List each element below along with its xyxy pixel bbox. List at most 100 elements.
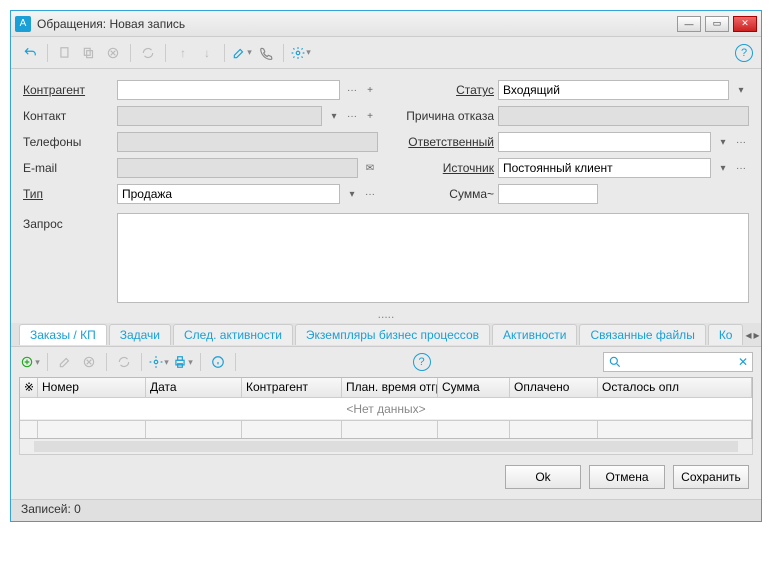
titlebar: A Обращения: Новая запись — ▭ ✕ (11, 11, 761, 37)
status-label: Статус (394, 83, 494, 97)
save-button[interactable]: Сохранить (673, 465, 749, 489)
copy-icon[interactable] (78, 42, 100, 64)
help-icon[interactable]: ? (735, 44, 753, 62)
print-icon[interactable] (172, 351, 194, 373)
phone-icon[interactable] (255, 42, 277, 64)
back-icon[interactable] (19, 42, 41, 64)
info-icon[interactable] (207, 351, 229, 373)
reject-reason-input[interactable] (498, 106, 749, 126)
sum-input[interactable] (498, 184, 598, 204)
tab-bp-instances[interactable]: Экземпляры бизнес процессов (295, 324, 490, 345)
tab-next-icon[interactable]: ▸ (754, 328, 760, 342)
type-label: Тип (23, 187, 113, 201)
email-label: E-mail (23, 161, 113, 175)
chevron-down-icon[interactable]: ▾ (715, 158, 731, 178)
col-sum[interactable]: Сумма (438, 378, 510, 397)
ok-button[interactable]: Ok (505, 465, 581, 489)
request-area: Запрос (11, 209, 761, 303)
phones-input[interactable] (117, 132, 378, 152)
close-button[interactable]: ✕ (733, 16, 757, 32)
data-grid: ※ Номер Дата Контрагент План. время отгр… (19, 377, 753, 439)
contractor-label: Контрагент (23, 83, 113, 97)
responsible-label: Ответственный (394, 135, 494, 149)
add-icon[interactable] (19, 351, 41, 373)
type-value: Продажа (122, 187, 172, 201)
gear-icon[interactable] (290, 42, 312, 64)
source-input[interactable]: Постоянный клиент (498, 158, 711, 178)
separator-dots: ..... (11, 307, 761, 321)
sum-label: Сумма~ (394, 187, 494, 201)
contact-label: Контакт (23, 109, 113, 123)
tabs: Заказы / КП Задачи След. активности Экзе… (11, 323, 761, 347)
form-area: Контрагент ···+ Контакт ▾···+ Телефоны E… (11, 69, 761, 209)
more-icon[interactable]: ··· (344, 106, 360, 126)
delete-row-icon[interactable] (78, 351, 100, 373)
up-icon[interactable]: ↑ (172, 42, 194, 64)
col-contractor[interactable]: Контрагент (242, 378, 342, 397)
tab-activities[interactable]: Активности (492, 324, 577, 345)
chevron-down-icon[interactable]: ▾ (344, 184, 360, 204)
col-plan-ship[interactable]: План. время отгр (342, 378, 438, 397)
main-window: A Обращения: Новая запись — ▭ ✕ ↑ ↓ ? Ко… (10, 10, 762, 522)
status-input[interactable]: Входящий (498, 80, 729, 100)
tab-orders[interactable]: Заказы / КП (19, 324, 107, 345)
window-title: Обращения: Новая запись (37, 17, 677, 31)
more-icon[interactable]: ··· (733, 132, 749, 152)
mail-icon[interactable]: ✉ (362, 158, 378, 178)
grid-empty-text: <Нет данных> (20, 398, 752, 420)
horizontal-scrollbar[interactable] (19, 439, 753, 455)
new-icon[interactable] (54, 42, 76, 64)
pencil-icon[interactable] (54, 351, 76, 373)
down-icon[interactable]: ↓ (196, 42, 218, 64)
grid-selector-col[interactable]: ※ (20, 378, 38, 397)
email-input[interactable] (117, 158, 358, 178)
request-textarea[interactable] (117, 213, 749, 303)
contact-input[interactable] (117, 106, 322, 126)
help-grid-icon[interactable]: ? (413, 353, 431, 371)
more-icon[interactable]: ··· (344, 80, 360, 100)
grid-toolbar: ? ✕ (11, 347, 761, 377)
edit-icon[interactable] (231, 42, 253, 64)
more-icon[interactable]: ··· (733, 158, 749, 178)
refresh-grid-icon[interactable] (113, 351, 135, 373)
status-value: Входящий (503, 83, 560, 97)
request-label: Запрос (23, 213, 113, 303)
reject-reason-label: Причина отказа (394, 109, 494, 123)
plus-icon[interactable]: + (362, 106, 378, 126)
maximize-button[interactable]: ▭ (705, 16, 729, 32)
grid-search[interactable]: ✕ (603, 352, 753, 372)
responsible-input[interactable] (498, 132, 711, 152)
chevron-down-icon[interactable]: ▾ (326, 106, 342, 126)
grid-footer (20, 420, 752, 438)
tab-prev-icon[interactable]: ◂ (745, 328, 751, 342)
status-bar: Записей: 0 (11, 499, 761, 521)
tab-next-activities[interactable]: След. активности (173, 324, 293, 345)
chevron-down-icon[interactable]: ▾ (733, 80, 749, 100)
chevron-down-icon[interactable]: ▾ (715, 132, 731, 152)
phones-label: Телефоны (23, 135, 113, 149)
col-remaining[interactable]: Осталось опл (598, 378, 752, 397)
plus-icon[interactable]: + (362, 80, 378, 100)
gear-grid-icon[interactable] (148, 351, 170, 373)
search-icon (608, 355, 622, 369)
cancel-button[interactable]: Отмена (589, 465, 665, 489)
tab-tasks[interactable]: Задачи (109, 324, 171, 345)
clear-search-icon[interactable]: ✕ (738, 355, 748, 369)
minimize-button[interactable]: — (677, 16, 701, 32)
col-paid[interactable]: Оплачено (510, 378, 598, 397)
source-label: Источник (394, 161, 494, 175)
delete-icon[interactable] (102, 42, 124, 64)
button-bar: Ok Отмена Сохранить (11, 455, 761, 499)
app-icon: A (15, 16, 31, 32)
col-number[interactable]: Номер (38, 378, 146, 397)
grid-header: ※ Номер Дата Контрагент План. время отгр… (20, 378, 752, 398)
main-toolbar: ↑ ↓ ? (11, 37, 761, 69)
col-date[interactable]: Дата (146, 378, 242, 397)
more-icon[interactable]: ··· (362, 184, 378, 204)
type-input[interactable]: Продажа (117, 184, 340, 204)
tab-more[interactable]: Ко (708, 324, 744, 345)
refresh-icon[interactable] (137, 42, 159, 64)
tab-related-files[interactable]: Связанные файлы (579, 324, 705, 345)
contractor-input[interactable] (117, 80, 340, 100)
source-value: Постоянный клиент (503, 161, 613, 175)
